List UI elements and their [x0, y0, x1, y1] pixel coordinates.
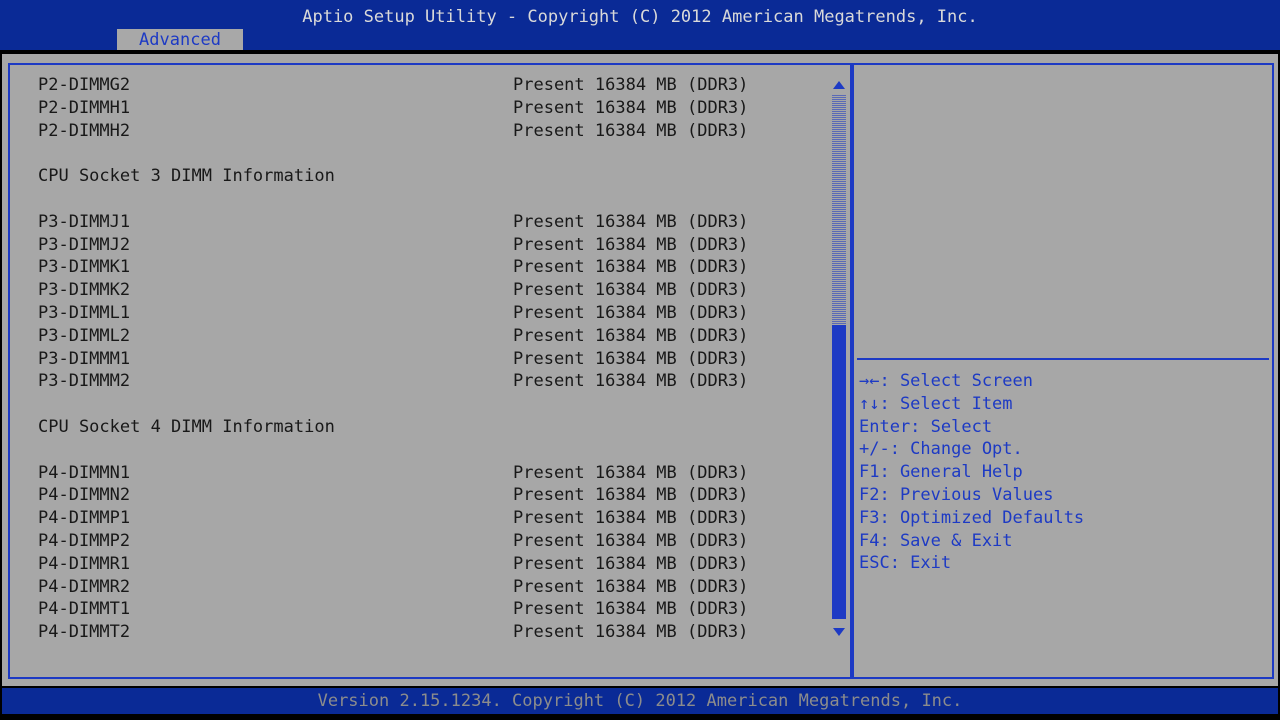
dimm-slot-label: P4-DIMMR1: [38, 553, 131, 574]
dimm-row: P2-DIMMH2 Present 16384 MB (DDR3): [38, 120, 828, 143]
help-line: F2: Previous Values: [859, 484, 1054, 505]
dimm-slot-label: P4-DIMMP1: [38, 508, 131, 529]
dimm-slot-label: P3-DIMMK1: [38, 257, 131, 278]
dimm-row: P3-DIMMJ1 Present 16384 MB (DDR3): [38, 211, 828, 234]
dimm-slot-label: P3-DIMMM2: [38, 371, 131, 392]
section-heading-label: CPU Socket 4 DIMM Information: [38, 416, 335, 437]
dimm-status-value: Present 16384 MB (DDR3): [513, 120, 749, 141]
section-heading-label: CPU Socket 3 DIMM Information: [38, 166, 335, 187]
dimm-row: P3-DIMML2 Present 16384 MB (DDR3): [38, 325, 828, 348]
blank-row: [38, 439, 828, 462]
dimm-status-value: Present 16384 MB (DDR3): [513, 371, 749, 392]
dimm-row: P4-DIMMP2 Present 16384 MB (DDR3): [38, 530, 828, 553]
dimm-status-value: Present 16384 MB (DDR3): [513, 302, 749, 323]
dimm-row: P3-DIMMK1 Present 16384 MB (DDR3): [38, 256, 828, 279]
help-line: +/-: Change Opt.: [859, 439, 1023, 460]
dimm-status-value: Present 16384 MB (DDR3): [513, 553, 749, 574]
dimm-row: P4-DIMMP1 Present 16384 MB (DDR3): [38, 507, 828, 530]
scrollbar[interactable]: [832, 76, 846, 642]
dimm-status-value: Present 16384 MB (DDR3): [513, 211, 749, 232]
dimm-status-value: Present 16384 MB (DDR3): [513, 485, 749, 506]
dimm-slot-label: P4-DIMMN2: [38, 485, 131, 506]
dimm-row: P3-DIMMK2 Present 16384 MB (DDR3): [38, 279, 828, 302]
scroll-up-arrow-icon[interactable]: [833, 81, 845, 89]
dimm-status-value: Present 16384 MB (DDR3): [513, 622, 749, 643]
dimm-slot-label: P3-DIMMM1: [38, 348, 131, 369]
memory-info-list: P2-DIMMG2 Present 16384 MB (DDR3) P2-DIMMH…: [38, 74, 828, 644]
dimm-slot-label: P3-DIMMJ2: [38, 234, 131, 255]
dimm-status-value: Present 16384 MB (DDR3): [513, 257, 749, 278]
dimm-slot-label: P2-DIMMH2: [38, 120, 131, 141]
section-heading: CPU Socket 3 DIMM Information: [38, 165, 828, 188]
dimm-row: P4-DIMMR1 Present 16384 MB (DDR3): [38, 553, 828, 576]
blank-row: [38, 188, 828, 211]
dimm-row: P3-DIMMM2 Present 16384 MB (DDR3): [38, 370, 828, 393]
blank-row: [38, 393, 828, 416]
help-line: →←: Select Screen: [859, 371, 1033, 391]
tab-advanced[interactable]: Advanced: [117, 29, 243, 50]
blank-row: [38, 142, 828, 165]
scroll-down-arrow-icon[interactable]: [833, 628, 845, 636]
footer-bar: Version 2.15.1234. Copyright (C) 2012 Am…: [0, 686, 1280, 720]
dimm-slot-label: P4-DIMMR2: [38, 576, 131, 597]
main-panel: P2-DIMMG2 Present 16384 MB (DDR3) P2-DIMMH…: [2, 54, 1278, 686]
dimm-slot-label: P4-DIMMT2: [38, 622, 131, 643]
dimm-status-value: Present 16384 MB (DDR3): [513, 280, 749, 301]
dimm-slot-label: P3-DIMML1: [38, 302, 131, 323]
dimm-status-value: Present 16384 MB (DDR3): [513, 576, 749, 597]
dimm-status-value: Present 16384 MB (DDR3): [513, 75, 749, 95]
dimm-slot-label: P3-DIMML2: [38, 325, 131, 346]
dimm-row: P3-DIMMJ2 Present 16384 MB (DDR3): [38, 234, 828, 257]
help-divider: [857, 358, 1269, 360]
section-heading: CPU Socket 4 DIMM Information: [38, 416, 828, 439]
dimm-row: P4-DIMMN1 Present 16384 MB (DDR3): [38, 462, 828, 485]
scrollbar-thumb[interactable]: [832, 325, 846, 619]
dimm-slot-label: P2-DIMMH1: [38, 97, 131, 118]
dimm-status-value: Present 16384 MB (DDR3): [513, 325, 749, 346]
dimm-slot-label: P4-DIMMP2: [38, 530, 131, 551]
dimm-row: P3-DIMML1 Present 16384 MB (DDR3): [38, 302, 828, 325]
dimm-row: P3-DIMMM1 Present 16384 MB (DDR3): [38, 348, 828, 371]
dimm-row: P2-DIMMG2 Present 16384 MB (DDR3): [38, 74, 828, 97]
dimm-status-value: Present 16384 MB (DDR3): [513, 599, 749, 620]
key-help-list: →←: Select Screen ↑↓: Select Item Enter: S…: [859, 370, 1269, 575]
help-line: ESC: Exit: [859, 553, 952, 574]
help-line: Enter: Select: [859, 416, 993, 437]
dimm-row: P4-DIMMT2 Present 16384 MB (DDR3): [38, 621, 828, 644]
help-line: F3: Optimized Defaults: [859, 507, 1085, 528]
dimm-status-value: Present 16384 MB (DDR3): [513, 530, 749, 551]
help-line: F4: Save & Exit: [859, 530, 1013, 551]
dimm-status-value: Present 16384 MB (DDR3): [513, 234, 749, 255]
app-title: Aptio Setup Utility - Copyright (C) 2012…: [302, 7, 978, 27]
help-line: F1: General Help: [859, 462, 1023, 483]
dimm-status-value: Present 16384 MB (DDR3): [513, 348, 749, 369]
dimm-row: P2-DIMMH1 Present 16384 MB (DDR3): [38, 97, 828, 120]
dimm-slot-label: P4-DIMMT1: [38, 599, 131, 620]
footer-version: Version 2.15.1234. Copyright (C) 2012 Am…: [2, 688, 1278, 714]
dimm-slot-label: P3-DIMMK2: [38, 280, 131, 301]
dimm-status-value: Present 16384 MB (DDR3): [513, 462, 749, 483]
dimm-row: P4-DIMMT1 Present 16384 MB (DDR3): [38, 598, 828, 621]
title-bar: Aptio Setup Utility - Copyright (C) 2012…: [0, 0, 1280, 52]
scrollbar-track[interactable]: [832, 94, 846, 324]
help-line: ↑↓: Select Item: [859, 393, 1013, 414]
dimm-row: P4-DIMMN2 Present 16384 MB (DDR3): [38, 484, 828, 507]
dimm-slot-label: P4-DIMMN1: [38, 462, 131, 483]
dimm-status-value: Present 16384 MB (DDR3): [513, 97, 749, 118]
dimm-status-value: Present 16384 MB (DDR3): [513, 508, 749, 529]
dimm-slot-label: P2-DIMMG2: [38, 75, 131, 95]
dimm-row: P4-DIMMR2 Present 16384 MB (DDR3): [38, 576, 828, 599]
dimm-slot-label: P3-DIMMJ1: [38, 211, 131, 232]
